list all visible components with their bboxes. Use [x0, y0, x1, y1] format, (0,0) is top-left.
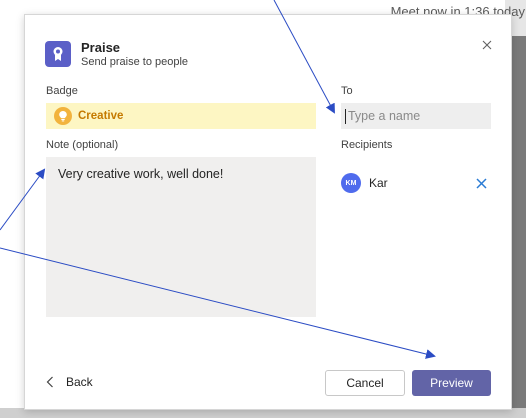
remove-recipient-button[interactable]	[473, 175, 489, 191]
dialog-subtitle: Send praise to people	[81, 55, 189, 68]
recipients-label: Recipients	[341, 139, 393, 151]
text-caret	[345, 108, 346, 124]
dialog-titles: Praise Send praise to people	[81, 40, 188, 69]
to-label: To	[341, 85, 353, 97]
close-icon	[475, 177, 487, 189]
dialog-title: Praise	[81, 39, 121, 55]
recipient-name: Kar	[369, 176, 388, 190]
avatar: KM	[341, 173, 361, 193]
lightbulb-icon	[54, 107, 72, 125]
cancel-button[interactable]: Cancel	[325, 370, 405, 396]
back-label: Back	[66, 375, 93, 389]
note-label: Note (optional)	[46, 139, 119, 151]
close-button[interactable]	[477, 35, 497, 55]
note-textarea[interactable]: Very creative work, well done!	[46, 157, 316, 317]
dialog-header: Praise Send praise to people	[45, 39, 188, 69]
close-icon	[482, 40, 492, 50]
to-input[interactable]	[347, 109, 491, 123]
preview-button[interactable]: Preview	[412, 370, 491, 396]
badge-label: Badge	[46, 85, 78, 97]
recipient-item: KM Kar	[341, 171, 491, 195]
back-button[interactable]: Back	[46, 371, 93, 393]
praise-dialog: Praise Send praise to people Badge Creat…	[24, 14, 512, 410]
chevron-left-icon	[46, 376, 53, 388]
screen: Meet now in 1:36 today Praise Send prais…	[0, 0, 526, 418]
praise-app-icon	[45, 41, 71, 67]
badge-value: Creative	[78, 110, 124, 122]
badge-selector[interactable]: Creative	[46, 103, 316, 129]
to-field[interactable]	[341, 103, 491, 129]
